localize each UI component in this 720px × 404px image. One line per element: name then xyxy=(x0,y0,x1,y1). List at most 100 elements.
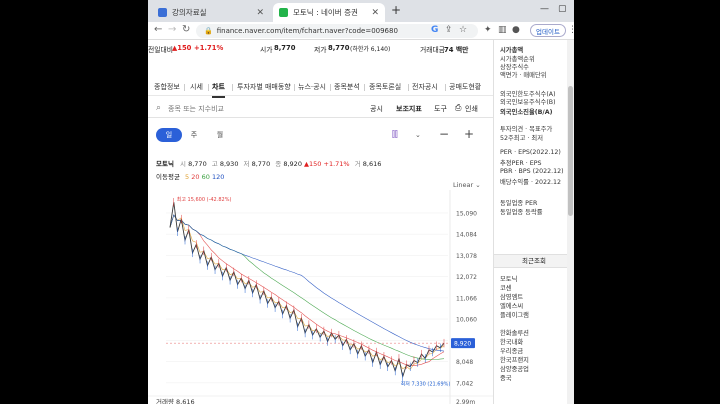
recent-stock-link[interactable]: 플레이그램 xyxy=(500,310,529,319)
max-label: 최고 15,600 (-42.82%) xyxy=(177,196,232,203)
y-tick-label: 14,084 xyxy=(456,232,477,239)
low-value: 8,770 xyxy=(251,160,271,168)
chevron-down-icon[interactable]: ⌄ xyxy=(415,131,421,139)
new-tab-button[interactable]: + xyxy=(391,3,401,17)
google-icon[interactable]: G xyxy=(431,25,438,35)
recent-stock-link[interactable]: 코센 xyxy=(500,283,512,292)
period-bar: 일 주 월 ⫿⫿ ⌄ − + xyxy=(148,126,493,146)
ma-label: 이동평균 xyxy=(156,173,180,181)
sidepanel-icon[interactable]: ▥ xyxy=(498,25,507,35)
ma-120[interactable]: 120 xyxy=(212,173,224,181)
tab-label: 모토닉 : 네이버 증권 xyxy=(293,8,358,17)
volume-label: 거 xyxy=(354,160,361,168)
ma-line-5 xyxy=(169,214,445,370)
menu-short-selling[interactable]: 공매도현황 xyxy=(449,82,481,92)
amount-value: 74 백만 xyxy=(444,46,469,54)
chevron-down-icon: ⌄ xyxy=(475,181,481,189)
scale-select[interactable]: Linear ⌄ xyxy=(453,181,481,189)
menu-chart[interactable]: 차트 xyxy=(212,82,225,98)
recent-stock-link[interactable]: 모토닉 xyxy=(500,274,517,283)
y-tick-label: 11,066 xyxy=(456,295,477,302)
y-tick-label: 7,042 xyxy=(456,380,473,387)
zoom-out-icon[interactable]: − xyxy=(439,127,449,141)
share-icon[interactable]: ⇪ xyxy=(445,25,453,35)
print-button[interactable]: 인쇄 xyxy=(465,104,478,114)
profile-icon[interactable]: ● xyxy=(512,25,520,35)
recent-stock-link[interactable]: 한국프랜지 xyxy=(500,355,529,364)
recent-stock-link[interactable]: 삼영엠트 xyxy=(500,292,523,301)
open-value: 8,770 xyxy=(188,160,207,168)
menu-summary[interactable]: 종합정보 xyxy=(154,82,180,92)
ma-20[interactable]: 20 xyxy=(191,173,199,181)
close-tab-icon[interactable]: ✕ xyxy=(256,8,264,18)
menu-dots-icon[interactable]: ⋮ xyxy=(568,25,574,35)
recent-stock-link[interactable]: 한화솔루션 xyxy=(500,328,529,337)
period-day[interactable]: 일 xyxy=(156,128,182,142)
y-tick-label: 10,060 xyxy=(456,317,477,324)
recent-stock-link[interactable]: 엘에스씨 xyxy=(500,301,523,310)
back-icon[interactable]: ← xyxy=(154,24,162,35)
period-week[interactable]: 주 xyxy=(184,128,204,142)
low-label: 저 xyxy=(243,160,250,168)
recent-stock-link[interactable]: 한국내화 xyxy=(500,337,523,346)
update-button[interactable]: 업데이트 xyxy=(530,24,566,37)
sidebar-info-item: 52주최고 · 최저 xyxy=(500,135,543,142)
stock-menu: 종합정보 시세 차트 투자자별 매매동향 뉴스·공시 종목분석 종목토론실 전자… xyxy=(148,76,493,98)
url-text: finance.naver.com/item/fchart.naver?code… xyxy=(216,27,398,35)
tab-lecture[interactable]: 강의자료실 ✕ xyxy=(152,3,270,22)
recent-stock-link[interactable]: 우리종금 xyxy=(500,346,523,355)
current-price-value: 8,920 xyxy=(454,341,471,348)
menu-news[interactable]: 뉴스·공시 xyxy=(298,82,326,92)
tab-favicon-icon xyxy=(279,8,288,17)
menu-discussion[interactable]: 종목토론실 xyxy=(369,82,401,92)
open-label: 시가 xyxy=(260,46,273,54)
volume-tick-label: 2.99m xyxy=(456,399,475,404)
zoom-in-icon[interactable]: + xyxy=(464,127,474,141)
ma-5[interactable]: 5 xyxy=(185,173,189,181)
change-pct: +1.71% xyxy=(323,160,350,168)
recent-stock-link[interactable]: 중국 xyxy=(500,373,512,382)
sidebar-info-item: 동일업종 PER xyxy=(500,200,538,207)
forward-icon[interactable]: → xyxy=(168,24,176,35)
change-value: ▲150 xyxy=(304,160,322,168)
volume-label: 거래량 8,616 xyxy=(156,397,195,404)
sidebar-info-item: 투자의견 · 목표주가 xyxy=(500,126,553,133)
tab-naver[interactable]: 모토닉 : 네이버 증권 ✕ xyxy=(273,3,385,22)
period-month[interactable]: 월 xyxy=(210,128,230,142)
menu-investors[interactable]: 투자자별 매매동향 xyxy=(237,82,291,92)
minimize-icon[interactable]: — xyxy=(540,4,549,14)
print-icon[interactable]: ⎙ xyxy=(455,103,461,113)
sidebar-info-item: 액면가 · 매매단위 xyxy=(500,72,547,79)
menu-quotes[interactable]: 시세 xyxy=(190,82,203,92)
menu-analysis[interactable]: 종목분석 xyxy=(334,82,360,92)
disclosure-button[interactable]: 공시 xyxy=(370,104,383,114)
tools-button[interactable]: 도구 xyxy=(434,104,447,114)
change-pct: +1.71% xyxy=(194,44,224,52)
recent-title: 최근조회 xyxy=(494,254,574,268)
ma-60[interactable]: 60 xyxy=(202,173,210,181)
compare-search-input[interactable] xyxy=(168,102,328,115)
extensions-icon[interactable]: ✦ xyxy=(484,25,492,35)
open-label: 시 xyxy=(180,160,187,168)
recent-stock-link[interactable]: 삼양중공업 xyxy=(500,364,529,373)
address-bar-row: ← → ↻ 🔒 finance.naver.com/item/fchart.na… xyxy=(148,22,574,40)
quote-strip: 전일대비 ▲150 +1.71% 시가 8,770 저가 8,770 (하한가 … xyxy=(148,40,493,56)
candle-type-icon[interactable]: ⫿⫿ xyxy=(392,130,398,140)
sidebar-scrollbar[interactable] xyxy=(567,40,574,404)
bookmark-star-icon[interactable]: ☆ xyxy=(459,25,467,35)
lock-icon: 🔒 xyxy=(204,27,213,35)
sidebar-info-item: 시가총액 xyxy=(500,47,524,54)
reload-icon[interactable]: ↻ xyxy=(182,24,190,35)
tab-strip: 강의자료실 ✕ 모토닉 : 네이버 증권 ✕ + — ▢ xyxy=(148,0,574,22)
y-tick-label: 15,090 xyxy=(456,210,477,217)
y-tick-label: 8,048 xyxy=(456,359,473,366)
change-label: 전일대비 xyxy=(148,46,174,54)
price-chart[interactable]: 15,09014,08413,07812,07211,06610,0609,05… xyxy=(148,190,493,404)
y-tick-label: 12,072 xyxy=(456,274,477,281)
maximize-icon[interactable]: ▢ xyxy=(558,4,567,14)
close-tab-icon[interactable]: ✕ xyxy=(371,8,379,18)
menu-disclosure[interactable]: 전자공시 xyxy=(412,82,438,92)
sidebar-info-item: 추정PER · EPS xyxy=(500,160,542,167)
high-label: 고 xyxy=(211,160,218,168)
indicator-button[interactable]: 보조지표 xyxy=(396,104,422,114)
